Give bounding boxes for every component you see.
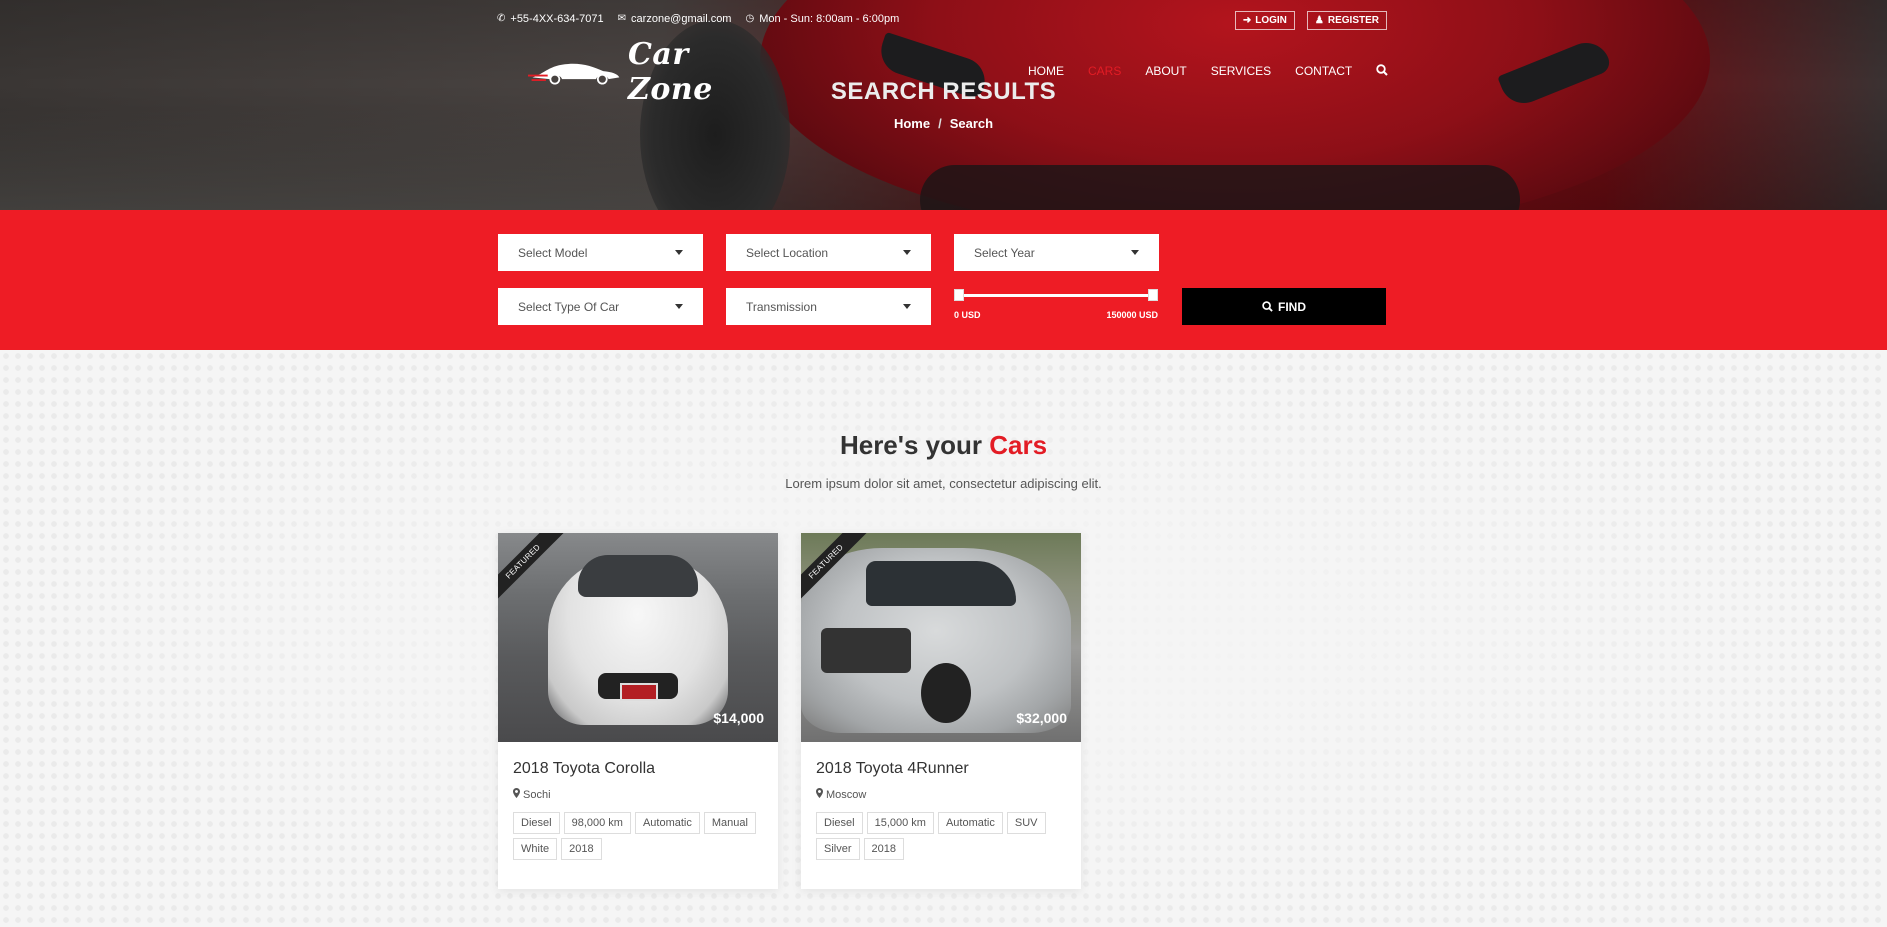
hero-car-grille	[920, 165, 1520, 210]
spec-tag: 2018	[863, 838, 904, 860]
car-price: $32,000	[1016, 710, 1067, 726]
contact-info: ✆ +55-4XX-634-7071 ✉ carzone@gmail.com ◷…	[497, 13, 899, 25]
spec-tag: Silver	[816, 838, 860, 860]
find-button[interactable]: FIND	[1182, 288, 1386, 325]
spec-tag: 98,000 km	[563, 812, 631, 834]
caret-down-icon	[1131, 250, 1139, 255]
transmission-select-value: Transmission	[746, 299, 817, 314]
car-info: 2018 Toyota 4Runner Moscow Diesel 15,000…	[801, 742, 1081, 860]
page-title: SEARCH RESULTS	[830, 78, 1057, 105]
car-windshield	[578, 555, 698, 597]
breadcrumb-home[interactable]: Home	[894, 116, 930, 131]
year-select[interactable]: Select Year	[954, 234, 1159, 271]
model-select-value: Select Model	[518, 245, 588, 260]
section-title-prefix: Here's your	[839, 430, 982, 460]
caret-down-icon	[675, 304, 683, 309]
nav-item-cars[interactable]: CARS	[1088, 64, 1121, 79]
envelope-icon: ✉	[617, 13, 627, 24]
car-name[interactable]: 2018 Toyota Corolla	[513, 760, 763, 778]
car-windshield	[866, 561, 1016, 606]
location-select[interactable]: Select Location	[726, 234, 931, 271]
user-icon: ♟	[1314, 14, 1324, 26]
spec-tag: 15,000 km	[866, 812, 934, 834]
nav-item-home[interactable]: HOME	[1028, 64, 1064, 79]
car-type-select[interactable]: Select Type Of Car	[498, 288, 703, 325]
caret-down-icon	[675, 250, 683, 255]
search-filter-bar: Select Model Select Location Select Year…	[0, 210, 1887, 350]
caret-down-icon	[903, 250, 911, 255]
breadcrumb: Home / Search	[0, 116, 1887, 131]
year-select-value: Select Year	[974, 245, 1035, 260]
car-info: 2018 Toyota Corolla Sochi Diesel 98,000 …	[498, 742, 778, 860]
spec-tag: Automatic	[937, 812, 1003, 834]
car-plate	[620, 683, 658, 701]
section-subtitle: Lorem ipsum dolor sit amet, consectetur …	[785, 476, 1102, 491]
login-button[interactable]: ➜ LOGIN	[1234, 11, 1295, 30]
main-nav: HOME CARS ABOUT SERVICES CONTACT	[1028, 64, 1388, 79]
search-icon	[1262, 301, 1273, 312]
car-grille	[821, 628, 911, 673]
price-min-label: 0 USD	[954, 310, 981, 320]
spec-tag: White	[513, 838, 558, 860]
phone-contact: ✆ +55-4XX-634-7071	[497, 13, 604, 25]
spec-tag: Automatic	[634, 812, 700, 834]
car-card[interactable]: FEATURED $32,000 2018 Toyota 4Runner Mos…	[801, 533, 1081, 889]
find-button-label: FIND	[1278, 299, 1306, 314]
car-specs: Diesel 15,000 km Automatic SUV Silver 20…	[816, 812, 1066, 860]
register-label: REGISTER	[1327, 15, 1379, 26]
opening-hours: Mon - Sun: 8:00am - 6:00pm	[759, 13, 900, 25]
spec-tag: Diesel	[816, 812, 863, 834]
price-min-handle[interactable]	[954, 289, 964, 301]
spec-tag: Manual	[703, 812, 756, 834]
car-specs: Diesel 98,000 km Automatic Manual White …	[513, 812, 763, 860]
car-name[interactable]: 2018 Toyota 4Runner	[816, 760, 1066, 778]
register-button[interactable]: ♟ REGISTER	[1306, 11, 1387, 30]
price-max-label: 150000 USD	[1106, 310, 1158, 320]
transmission-select[interactable]: Transmission	[726, 288, 931, 325]
nav-item-services[interactable]: SERVICES	[1211, 64, 1271, 79]
top-bar: ✆ +55-4XX-634-7071 ✉ carzone@gmail.com ◷…	[497, 11, 1387, 31]
email-contact: ✉ carzone@gmail.com	[618, 13, 732, 25]
map-marker-icon	[513, 788, 520, 801]
hours-contact: ◷ Mon - Sun: 8:00am - 6:00pm	[745, 13, 899, 25]
section-title: Here's your Cars	[0, 430, 1887, 461]
sign-in-icon: ➜	[1242, 14, 1252, 26]
spec-tag: SUV	[1006, 812, 1046, 834]
car-location-text: Sochi	[523, 788, 551, 801]
caret-down-icon	[903, 304, 911, 309]
car-price: $14,000	[713, 710, 764, 726]
car-card[interactable]: FEATURED $14,000 2018 Toyota Corolla Soc…	[498, 533, 778, 889]
price-max-handle[interactable]	[1148, 289, 1158, 301]
car-location-text: Moscow	[826, 788, 867, 801]
spec-tag: Diesel	[513, 812, 560, 834]
auth-links: ➜ LOGIN ♟ REGISTER	[1234, 11, 1387, 30]
car-location: Sochi	[513, 788, 763, 801]
car-type-select-value: Select Type Of Car	[518, 299, 620, 314]
breadcrumb-separator: /	[938, 116, 942, 131]
location-select-value: Select Location	[746, 245, 829, 260]
phone-number: +55-4XX-634-7071	[510, 13, 604, 25]
nav-item-about[interactable]: ABOUT	[1145, 64, 1186, 79]
car-photo[interactable]: FEATURED $32,000	[801, 533, 1081, 742]
phone-icon: ✆	[497, 13, 506, 24]
spec-tag: 2018	[561, 838, 602, 860]
map-marker-icon	[816, 788, 823, 801]
car-location: Moscow	[816, 788, 1066, 801]
email-address: carzone@gmail.com	[631, 13, 732, 25]
nav-item-contact[interactable]: CONTACT	[1295, 64, 1352, 79]
section-title-accent: Cars	[989, 430, 1048, 460]
car-wheel	[921, 663, 971, 723]
breadcrumb-current: Search	[949, 116, 994, 131]
search-icon[interactable]	[1376, 64, 1388, 79]
model-select[interactable]: Select Model	[498, 234, 703, 271]
car-photo[interactable]: FEATURED $14,000	[498, 533, 778, 742]
price-range-track	[958, 294, 1154, 297]
login-label: LOGIN	[1255, 15, 1287, 26]
clock-icon: ◷	[745, 13, 755, 24]
price-range-slider[interactable]: 0 USD 150000 USD	[954, 288, 1158, 320]
